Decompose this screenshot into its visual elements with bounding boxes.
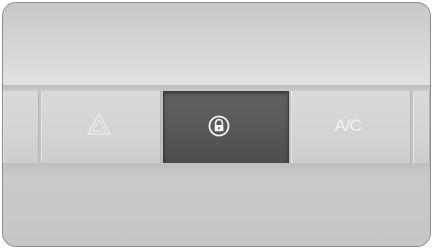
- partial-button-right[interactable]: [413, 91, 430, 163]
- dashboard-upper-surface: [3, 3, 430, 85]
- dashboard-lower-surface: [3, 175, 430, 246]
- button-strip-lower-edge: [3, 163, 430, 175]
- photo-scene: A/C: [0, 0, 433, 249]
- padlock-icon: [208, 115, 230, 137]
- warning-triangle-icon: [87, 113, 111, 135]
- ac-button-label: A/C: [334, 116, 362, 135]
- partial-button-left[interactable]: [3, 91, 39, 163]
